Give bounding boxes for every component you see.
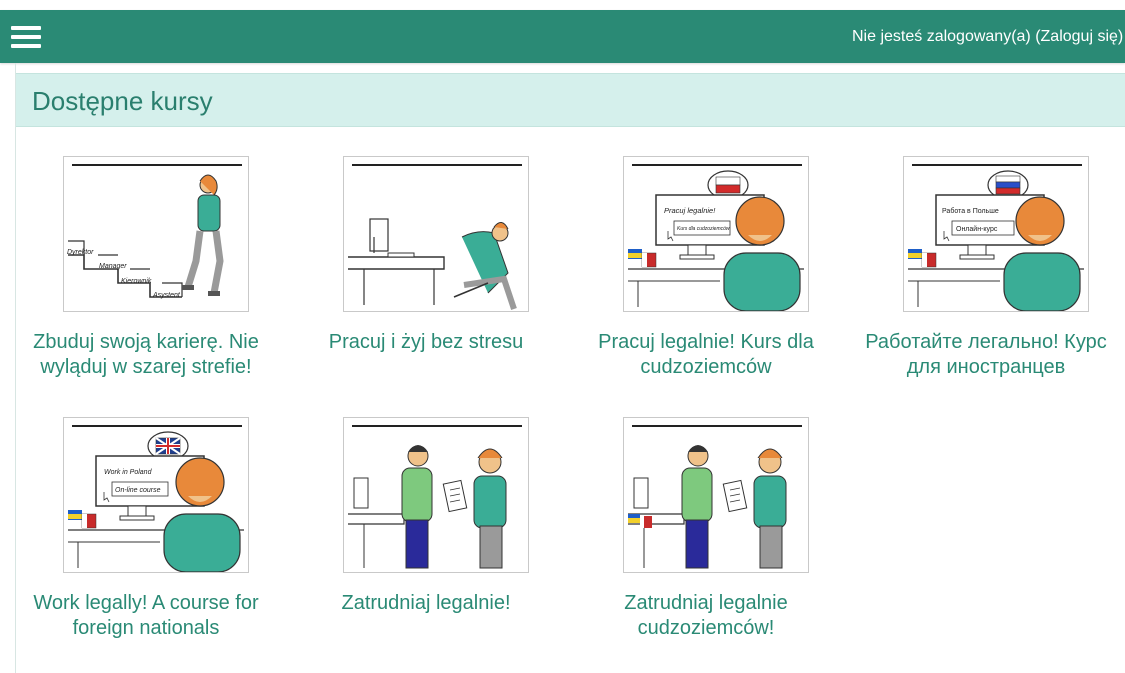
top-navbar: Nie jesteś zalogowany(a) (Zaloguj się) [0, 10, 1125, 63]
online-course-en-illustration: Work in Poland On-line course [68, 425, 244, 572]
screen-label: Онлайн-курс [956, 225, 998, 233]
career-stairs-illustration: Dyrektor Manager Kierownik Asystent [67, 164, 242, 299]
hiring-foreigners-illustration [628, 425, 802, 569]
section-header: Dostępne kursy [16, 73, 1125, 127]
online-course-pl-illustration: Pracuj legalnie! Kurs dla cudzoziemców [628, 164, 804, 311]
login-status: Nie jesteś zalogowany(a) (Zaloguj się) [852, 27, 1125, 47]
course-title[interactable]: Работайте легально! Курс для иностранцев [856, 330, 1116, 380]
course-thumbnail[interactable] [623, 417, 809, 573]
screen-label: Работа в Польше [942, 207, 999, 215]
course-thumbnail[interactable] [343, 156, 529, 312]
stair-label: Kierownik [121, 278, 152, 285]
hamburger-menu-icon[interactable] [11, 25, 41, 49]
page-title: Dostępne kursy [32, 86, 213, 116]
screen-label: On-line course [115, 487, 161, 494]
course-thumbnail[interactable] [343, 417, 529, 573]
course-title[interactable]: Zatrudniaj legalnie! [296, 591, 556, 616]
relaxed-worker-illustration [348, 164, 522, 310]
screen-label: Kurs dla cudzoziemców [677, 226, 730, 232]
login-status-prefix: Nie jesteś zalogowany(a) ( [852, 28, 1041, 45]
stair-label: Asystent [152, 292, 181, 299]
login-status-suffix: ) [1117, 28, 1124, 45]
online-course-ru-illustration: Работа в Польше Онлайн-курс [908, 164, 1084, 311]
login-link[interactable]: Zaloguj się [1041, 28, 1118, 45]
course-thumbnail[interactable]: Pracuj legalnie! Kurs dla cudzoziemców [623, 156, 809, 312]
course-title[interactable]: Pracuj legalnie! Kurs dla cudzoziemców [576, 330, 836, 380]
course-title[interactable]: Zbuduj swoją karierę. Nie wyląduj w szar… [16, 330, 276, 380]
course-thumbnail[interactable]: Work in Poland On-line course [63, 417, 249, 573]
top-strip [0, 0, 1125, 10]
stair-label: Dyrektor [67, 249, 94, 256]
screen-label: Pracuj legalnie! [664, 206, 716, 215]
main-content: Dostępne kursy Dyrektor Manager Kierowni… [15, 63, 1125, 673]
screen-label: Work in Poland [104, 469, 153, 476]
hiring-illustration [348, 425, 522, 569]
course-thumbnail[interactable]: Dyrektor Manager Kierownik Asystent [63, 156, 249, 312]
course-title[interactable]: Pracuj i żyj bez stresu [296, 330, 556, 355]
course-title[interactable]: Zatrudniaj legalnie cudzoziemców! [576, 591, 836, 641]
course-title[interactable]: Work legally! A course for foreign natio… [16, 591, 276, 641]
stair-label: Manager [99, 263, 127, 270]
course-thumbnail[interactable]: Работа в Польше Онлайн-курс [903, 156, 1089, 312]
